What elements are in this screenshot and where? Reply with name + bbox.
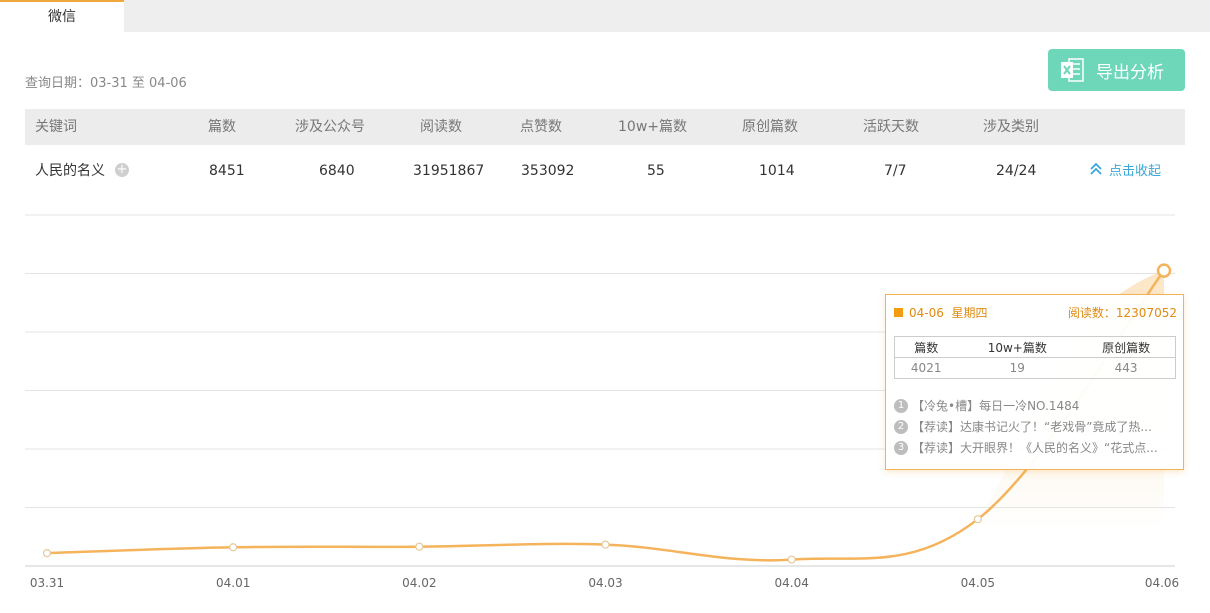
plus-icon[interactable]: +: [115, 162, 129, 177]
tooltip-val-original: 443: [1077, 357, 1177, 379]
tooltip-date: 04-06: [909, 306, 944, 320]
data-point[interactable]: [229, 543, 238, 552]
tooltip-read-count: 阅读数：12307052: [1067, 306, 1177, 320]
col-categories: 涉及类别: [983, 119, 1039, 135]
data-point[interactable]: [1156, 263, 1172, 278]
tab-wechat[interactable]: 微信: [0, 0, 124, 32]
col-active-days: 活跃天数: [863, 119, 919, 135]
likes-cell: 353092: [521, 163, 575, 179]
excel-icon: [1061, 58, 1084, 82]
collapse-label: 点击收起: [1109, 164, 1162, 179]
rank-badge: 2: [894, 419, 908, 434]
col-accounts: 涉及公众号: [295, 119, 365, 135]
tooltip-stats-table: 篇数 10w+篇数 原创篇数 4021 19 443: [894, 336, 1177, 379]
article-title: 【荐读】大开眼界！《人民的名义》“花式点...: [912, 441, 1158, 455]
article-title: 【冷兔•槽】每日一冷NO.1484: [912, 399, 1080, 413]
chart-tooltip: 04-06 星期四 阅读数：12307052 篇数 10w+篇数 原创篇数 40…: [885, 294, 1184, 470]
list-item[interactable]: 1 【冷兔•槽】每日一冷NO.1484: [894, 396, 1179, 417]
x-tick-label: 04.01: [216, 576, 250, 590]
rank-badge: 3: [894, 440, 908, 455]
col-articles: 篇数: [208, 119, 236, 135]
tooltip-val-100k: 19: [957, 357, 1078, 379]
col-keyword: 关键词: [35, 119, 77, 135]
categories-cell: 24/24: [996, 163, 1037, 179]
keyword-cell: 人民的名义 +: [35, 153, 129, 189]
tooltip-col-100k: 10w+篇数: [957, 336, 1078, 358]
collapse-toggle[interactable]: 点击收起: [1089, 153, 1161, 189]
export-button-label: 导出分析: [1096, 62, 1164, 83]
data-point[interactable]: [415, 542, 424, 551]
x-tick-label: 04.02: [402, 576, 436, 590]
x-tick-label: 04.05: [961, 576, 995, 590]
rank-badge: 1: [894, 398, 908, 413]
data-point[interactable]: [601, 540, 610, 549]
article-title: 【荐读】达康书记火了！“老戏骨”竟成了热...: [912, 420, 1152, 434]
data-point[interactable]: [787, 555, 796, 564]
x-tick-label: 04.04: [774, 576, 808, 590]
100k-cell: 55: [647, 163, 665, 179]
original-cell: 1014: [759, 163, 795, 179]
active-days-cell: 7/7: [884, 163, 907, 179]
export-analysis-button[interactable]: 导出分析: [1048, 49, 1185, 91]
tooltip-col-articles: 篇数: [894, 336, 958, 358]
chevron-up-double-icon: [1089, 153, 1103, 189]
reads-cell: 31951867: [413, 163, 485, 179]
x-tick-label: 04.06: [1145, 576, 1179, 590]
col-reads: 阅读数: [420, 119, 462, 135]
accounts-cell: 6840: [319, 163, 355, 179]
series-marker-icon: [894, 308, 903, 317]
col-likes: 点赞数: [520, 119, 562, 135]
tooltip-weekday: 星期四: [951, 306, 988, 320]
tooltip-article-list: 1 【冷兔•槽】每日一冷NO.1484 2 【荐读】达康书记火了！“老戏骨”竟成了热…: [894, 396, 1179, 459]
x-tick-label: 04.03: [588, 576, 622, 590]
table-row: 人民的名义 + 8451 6840 31951867 353092 55 1014…: [25, 153, 1185, 189]
list-item[interactable]: 3 【荐读】大开眼界！《人民的名义》“花式点...: [894, 438, 1179, 459]
articles-cell: 8451: [209, 163, 245, 179]
list-item[interactable]: 2 【荐读】达康书记火了！“老戏骨”竟成了热...: [894, 417, 1179, 438]
tooltip-header: 04-06 星期四 阅读数：12307052: [894, 304, 1177, 320]
col-100k: 10w+篇数: [618, 119, 687, 135]
tab-bar: 微信: [0, 0, 1210, 32]
tooltip-val-articles: 4021: [894, 357, 958, 379]
data-point[interactable]: [42, 549, 52, 558]
data-point[interactable]: [973, 515, 982, 524]
tooltip-col-original: 原创篇数: [1077, 336, 1177, 358]
table-header: 关键词 篇数 涉及公众号 阅读数 点赞数 10w+篇数 原创篇数 活跃天数 涉及…: [25, 109, 1185, 145]
x-tick-label: 03.31: [30, 576, 64, 590]
keyword-text: 人民的名义: [35, 163, 105, 179]
col-original: 原创篇数: [742, 119, 798, 135]
query-date: 查询日期：03-31 至 04-06: [25, 76, 187, 91]
